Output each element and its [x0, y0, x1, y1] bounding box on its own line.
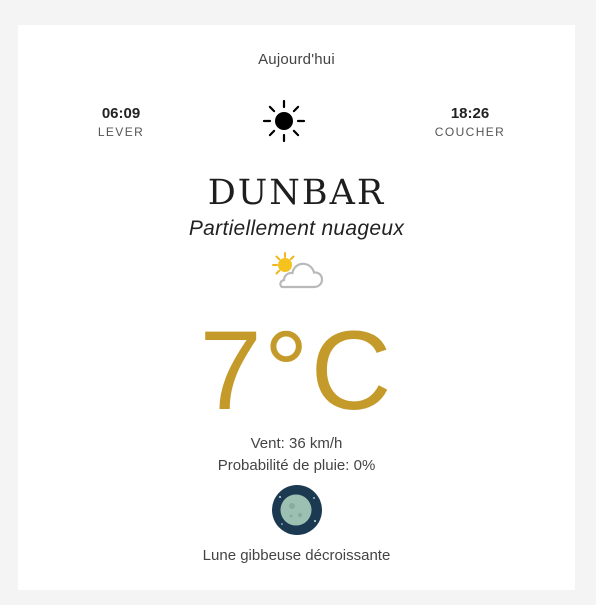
- sun-icon: [262, 99, 306, 143]
- rain-probability: Probabilité de pluie: 0%: [217, 457, 376, 474]
- sunrise-label: LEVER: [97, 125, 145, 139]
- today-label: Aujourd'hui: [258, 51, 335, 68]
- city-name: DUNBAR: [207, 173, 386, 213]
- partly-cloudy-icon: [272, 252, 324, 289]
- sunset-block: 18:26 COUCHER: [410, 105, 530, 141]
- weather-card: Aujourd'hui 06:09 LEVER 18:26 COUCHER DU…: [18, 25, 575, 590]
- moon-phase: Lune gibbeuse décroissante: [202, 547, 391, 564]
- temperature: 7°C: [199, 308, 394, 433]
- sunrise-block: 06:09 LEVER: [61, 105, 181, 141]
- moon-icon: [272, 485, 322, 535]
- sunset-label: COUCHER: [434, 125, 506, 139]
- weather-condition: Partiellement nuageux: [188, 217, 405, 240]
- sunrise-time: 06:09: [101, 105, 141, 122]
- wind-speed: Vent: 36 km/h: [250, 435, 343, 452]
- sunset-time: 18:26: [450, 105, 490, 122]
